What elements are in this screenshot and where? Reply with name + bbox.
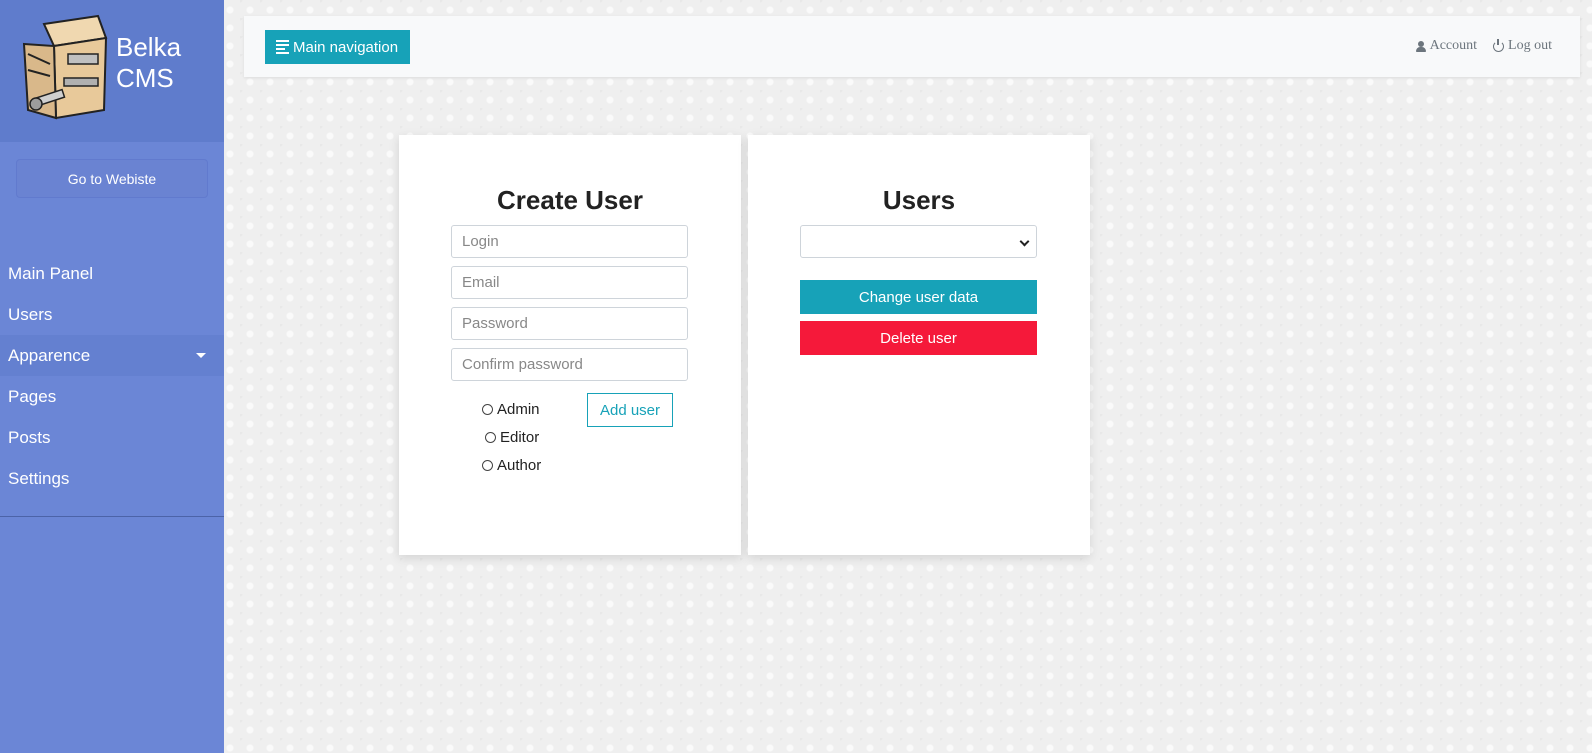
main-navigation-button[interactable]: Main navigation <box>265 30 411 64</box>
password-input[interactable] <box>451 307 688 340</box>
logout-link[interactable]: Log out <box>1493 38 1552 54</box>
brand: Belka CMS <box>0 0 224 142</box>
main-navigation-label: Main navigation <box>293 38 399 56</box>
sidebar-item-label: Apparence <box>8 345 91 365</box>
delete-user-button[interactable]: Delete user <box>800 321 1037 355</box>
sidebar-divider <box>0 516 224 517</box>
add-user-button[interactable]: Add user <box>587 393 673 427</box>
brand-line-2: CMS <box>116 63 174 93</box>
change-user-data-button[interactable]: Change user data <box>800 280 1037 314</box>
sidebar-item-label: Main Panel <box>8 263 94 283</box>
align-left-icon <box>276 40 289 54</box>
power-icon <box>1493 38 1505 52</box>
role-label: Author <box>497 456 542 474</box>
sidebar-item-posts[interactable]: Posts <box>0 417 224 458</box>
caret-down-icon <box>196 353 206 358</box>
belka-logo-icon <box>22 14 108 120</box>
brand-name: Belka CMS <box>116 32 181 94</box>
role-radio-group: Admin Editor Author <box>482 395 541 479</box>
sidebar-item-main-panel[interactable]: Main Panel <box>0 253 224 294</box>
role-label: Admin <box>497 400 540 418</box>
brand-line-1: Belka <box>116 32 182 62</box>
users-card: Users Change user data Delete user <box>748 135 1090 555</box>
login-input[interactable] <box>451 225 688 258</box>
confirm-password-input[interactable] <box>451 348 688 381</box>
top-links: Account Log out <box>1415 38 1552 54</box>
users-title: Users <box>882 185 956 215</box>
sidebar-item-label: Users <box>8 304 53 324</box>
sidebar-item-users[interactable]: Users <box>0 294 224 335</box>
sidebar: Belka CMS Go to Webiste Main Panel Users… <box>0 0 224 753</box>
create-user-card: Create User Admin Editor Author Add user <box>399 135 741 555</box>
role-radio-editor[interactable]: Editor <box>482 423 541 451</box>
user-select[interactable] <box>800 225 1037 258</box>
account-link[interactable]: Account <box>1415 38 1478 54</box>
go-to-website-button[interactable]: Go to Webiste <box>17 160 207 197</box>
sidebar-item-label: Settings <box>8 468 70 488</box>
role-label: Editor <box>500 428 540 446</box>
top-bar: Main navigation Account Log out <box>244 16 1580 77</box>
radio-circle-icon[interactable] <box>482 459 493 471</box>
user-icon <box>1415 40 1426 52</box>
sidebar-item-settings[interactable]: Settings <box>0 458 224 499</box>
email-input[interactable] <box>451 266 688 299</box>
role-radio-admin[interactable]: Admin <box>482 395 541 423</box>
sidebar-item-apparence[interactable]: Apparence <box>0 335 224 376</box>
role-radio-author[interactable]: Author <box>482 451 541 479</box>
sidebar-item-label: Pages <box>8 386 57 406</box>
create-user-title: Create User <box>497 185 643 215</box>
sidebar-item-label: Posts <box>8 427 51 447</box>
chevron-down-icon <box>1019 236 1030 247</box>
radio-circle-icon[interactable] <box>482 403 493 415</box>
sidebar-item-pages[interactable]: Pages <box>0 376 224 417</box>
logout-label: Log out <box>1508 38 1552 53</box>
radio-circle-icon[interactable] <box>485 431 496 443</box>
sidebar-nav: Main Panel Users Apparence Pages Posts S… <box>0 253 224 499</box>
account-label: Account <box>1429 38 1478 53</box>
